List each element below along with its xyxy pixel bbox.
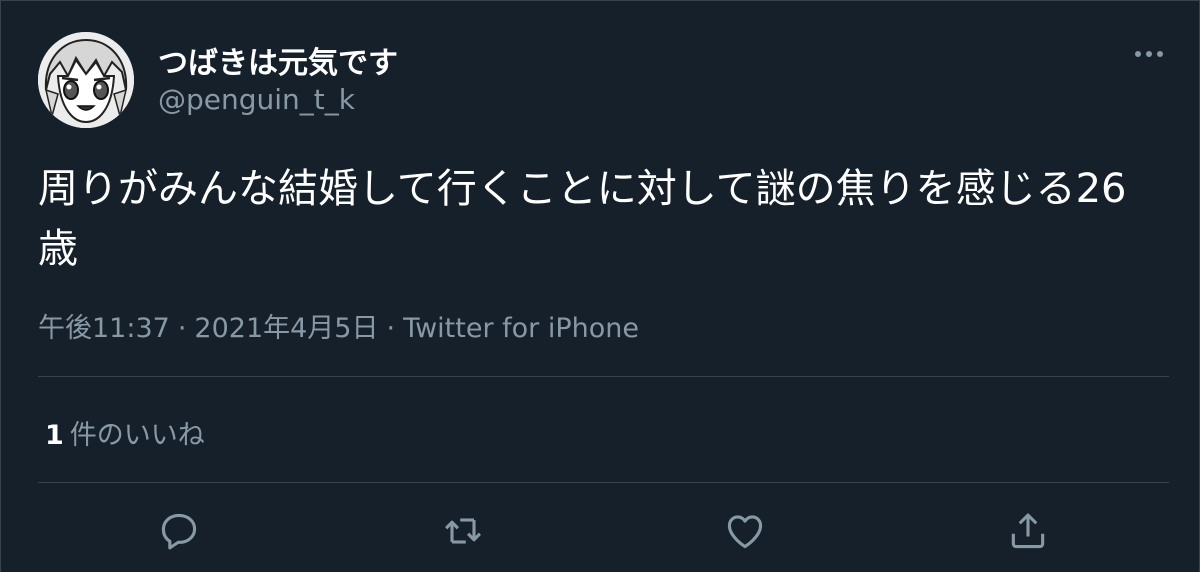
display-name[interactable]: つばきは元気です — [158, 38, 398, 82]
retweet-arrows-icon — [445, 518, 481, 544]
meta-separator: · — [177, 313, 187, 344]
meta-separator: · — [386, 313, 396, 344]
tweet-meta: 午後11:37 · 2021年4月5日 · Twitter for iPhone — [38, 306, 639, 345]
divider — [38, 482, 1169, 483]
tweet-source[interactable]: Twitter for iPhone — [403, 313, 639, 344]
reply-button[interactable] — [157, 509, 201, 553]
like-button[interactable] — [723, 509, 767, 553]
heart-icon — [727, 515, 763, 549]
tweet-time[interactable]: 午後11:37 — [38, 313, 170, 344]
more-horizontal-icon — [1135, 51, 1163, 57]
tweet-date[interactable]: 2021年4月5日 — [194, 313, 378, 344]
tweet-text: 周りがみんな結婚して行くことに対して謎の焦りを感じる26歳 — [38, 166, 1127, 272]
reply-bubble-icon — [161, 513, 197, 550]
user-handle[interactable]: @penguin_t_k — [158, 83, 355, 116]
share-button[interactable] — [1006, 509, 1050, 553]
likes-count-link[interactable]: 1 件のいいね — [45, 413, 205, 452]
avatar-illustration — [38, 32, 134, 128]
divider — [38, 376, 1169, 377]
like-label: 件のいいね — [69, 420, 205, 451]
avatar[interactable] — [38, 32, 134, 128]
tweet-container: つばきは元気です @penguin_t_k 周りがみんな結婚して行くことに対して… — [0, 0, 1200, 572]
retweet-button[interactable] — [441, 509, 485, 553]
like-count: 1 — [45, 420, 64, 451]
more-options-button[interactable] — [1129, 39, 1169, 69]
share-upload-icon — [1011, 513, 1045, 549]
